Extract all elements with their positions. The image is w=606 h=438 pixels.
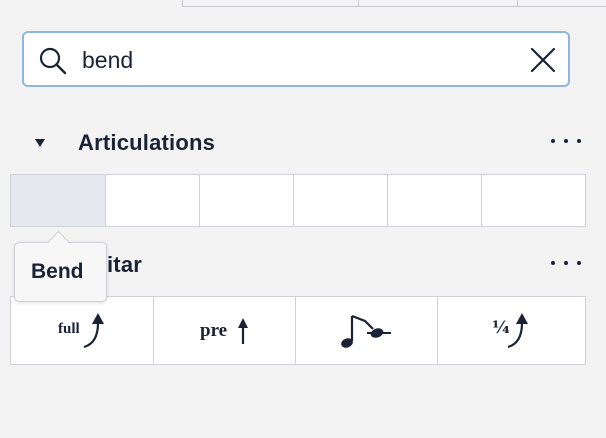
palette-cell-empty (388, 175, 482, 226)
search-input[interactable] (82, 43, 512, 77)
guitar-grid: full pre ¼ (10, 296, 586, 365)
svg-text:¼: ¼ (492, 318, 510, 338)
palette-search-box (22, 31, 570, 87)
palette-cell-empty (200, 175, 294, 226)
section-title: itar (107, 252, 143, 277)
palette-cell-empty (482, 175, 585, 226)
tooltip-text: Bend (31, 260, 84, 283)
palette-cell-full-bend[interactable]: full (11, 297, 154, 364)
pre-bend-icon: pre (200, 317, 248, 344)
palette-cell-bend[interactable] (11, 175, 106, 226)
grace-note-bend-icon (340, 314, 391, 348)
svg-text:full: full (58, 321, 80, 337)
clear-search-icon[interactable] (530, 47, 556, 73)
palette-cell-pre-bend[interactable]: pre (154, 297, 296, 364)
palette-cell-grace-note-bend[interactable] (296, 297, 438, 364)
palette-cell-empty (294, 175, 388, 226)
tab-divider (358, 0, 359, 6)
tab-strip (182, 0, 606, 7)
tooltip: Bend (14, 230, 107, 302)
quarter-bend-icon: ¼ (492, 312, 528, 348)
section-title: Articulations (78, 130, 216, 155)
palette-cell-empty (106, 175, 200, 226)
full-bend-icon: full (58, 312, 104, 348)
more-options-icon[interactable] (549, 132, 583, 152)
tab-divider (182, 0, 183, 6)
tab-divider (517, 0, 518, 6)
palette-cell-quarter-bend[interactable]: ¼ (438, 297, 585, 364)
more-options-icon[interactable] (549, 254, 583, 274)
articulations-grid (10, 174, 586, 227)
articulations-section-header: Articulations (0, 124, 606, 164)
search-icon (39, 47, 67, 75)
tooltip-arrow (47, 230, 70, 253)
svg-text:pre: pre (200, 320, 227, 341)
collapse-triangle-icon[interactable] (33, 136, 47, 150)
